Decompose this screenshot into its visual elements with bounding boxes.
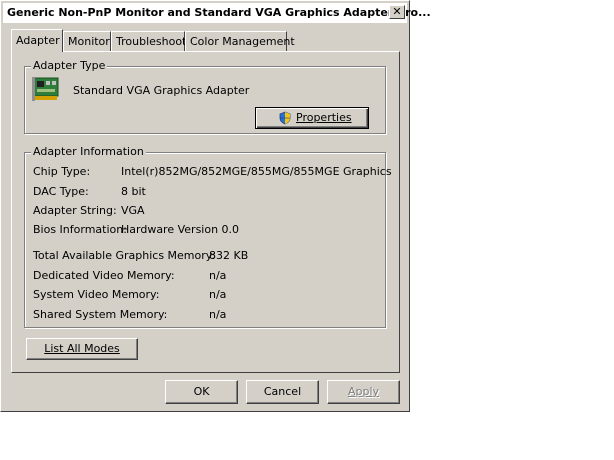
adapter-type-legend: Adapter Type xyxy=(31,59,108,72)
dac-type-value: 8 bit xyxy=(121,185,146,198)
tab-color-management[interactable]: Color Management xyxy=(185,31,295,51)
adapter-string-value: VGA xyxy=(121,204,145,217)
bios-information-value: Hardware Version 0.0 xyxy=(121,223,240,236)
list-all-modes-button[interactable]: List All Modes xyxy=(26,338,138,360)
tab-monitor[interactable]: Monitor xyxy=(63,31,111,51)
total-memory-label: Total Available Graphics Memory: xyxy=(33,249,216,262)
close-icon: ✕ xyxy=(392,5,402,18)
shared-memory-label: Shared System Memory: xyxy=(33,308,168,321)
adapter-information-group: Adapter Information Chip Type: Intel(r)8… xyxy=(24,145,392,328)
adapter-type-group: Adapter Type Standard VGA Graphics Adapt… xyxy=(24,59,386,134)
tab-adapter-label: Adapter xyxy=(16,34,60,47)
ok-button[interactable]: OK xyxy=(165,380,238,404)
shared-memory-value: n/a xyxy=(209,308,227,321)
dedicated-memory-value: n/a xyxy=(209,269,227,282)
tab-troubleshoot-label: Troubleshoot xyxy=(116,35,187,48)
tab-color-management-label: Color Management xyxy=(190,35,295,48)
properties-button[interactable]: Properties xyxy=(255,107,369,129)
chip-type-label: Chip Type: xyxy=(33,165,91,178)
graphics-card-icon xyxy=(32,77,59,101)
adapter-name: Standard VGA Graphics Adapter xyxy=(73,84,250,97)
apply-button-label: Apply xyxy=(347,385,380,398)
tab-adapter[interactable]: Adapter xyxy=(11,29,63,52)
shield-icon xyxy=(279,111,291,125)
title-bar[interactable]: Generic Non-PnP Monitor and Standard VGA… xyxy=(3,3,431,23)
adapter-tab-panel: Adapter Type Standard VGA Graphics Adapt… xyxy=(11,51,400,373)
dac-type-label: DAC Type: xyxy=(33,185,89,198)
bios-information-label: Bios Information: xyxy=(33,223,127,236)
apply-button[interactable]: Apply xyxy=(327,380,400,404)
dedicated-memory-label: Dedicated Video Memory: xyxy=(33,269,175,282)
adapter-string-label: Adapter String: xyxy=(33,204,117,217)
tab-monitor-label: Monitor xyxy=(68,35,110,48)
ok-button-label: OK xyxy=(193,385,210,398)
display-properties-dialog: Generic Non-PnP Monitor and Standard VGA… xyxy=(0,0,431,412)
system-memory-value: n/a xyxy=(209,288,227,301)
total-memory-value: 832 KB xyxy=(209,249,249,262)
cancel-button[interactable]: Cancel xyxy=(246,380,319,404)
chip-type-value: Intel(r)852MG/852MGE/855MG/855MGE Graphi… xyxy=(121,165,392,178)
tab-troubleshoot[interactable]: Troubleshoot xyxy=(111,31,187,51)
list-all-modes-label: List All Modes xyxy=(44,342,120,355)
close-button[interactable]: ✕ xyxy=(389,5,405,19)
properties-button-label: Properties xyxy=(296,111,352,124)
adapter-information-legend: Adapter Information xyxy=(31,145,146,158)
window-title: Generic Non-PnP Monitor and Standard VGA… xyxy=(7,6,431,19)
system-memory-label: System Video Memory: xyxy=(33,288,160,301)
cancel-button-label: Cancel xyxy=(263,385,302,398)
